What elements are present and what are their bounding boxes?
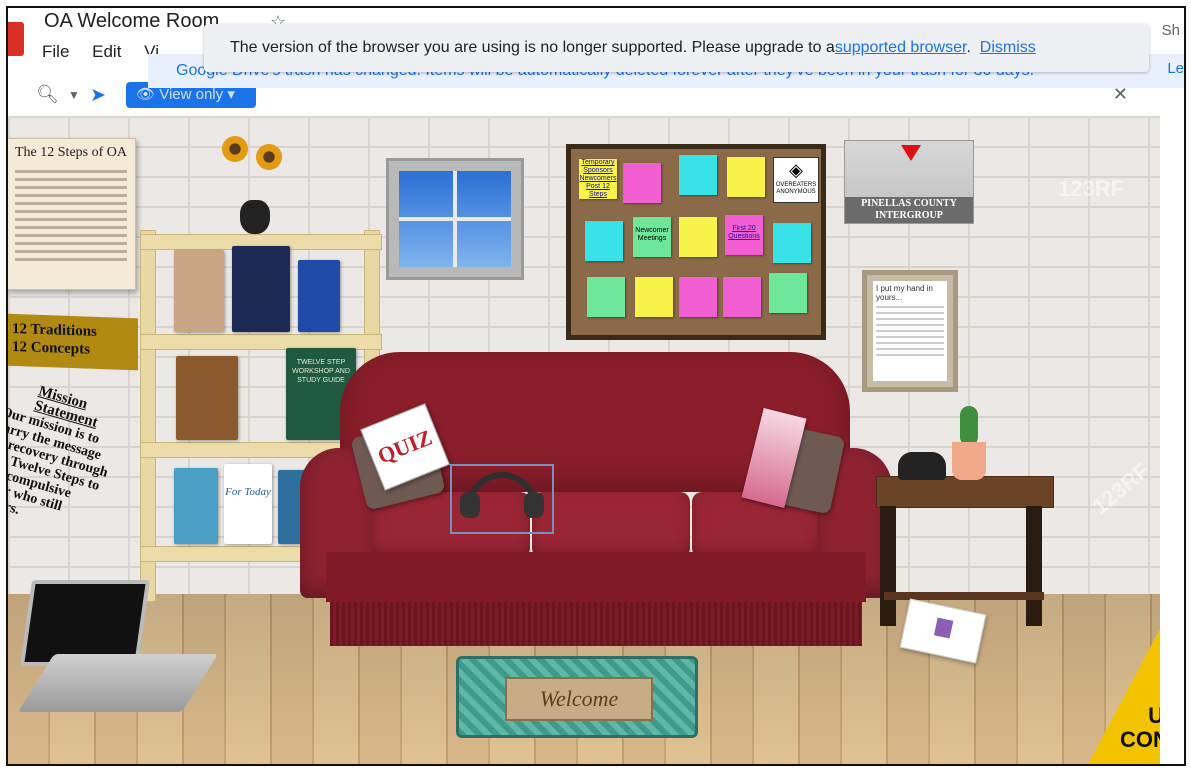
sticky-note[interactable] bbox=[587, 277, 625, 317]
welcome-mat[interactable]: Welcome bbox=[456, 656, 698, 738]
select-pointer-icon[interactable]: ➤ bbox=[90, 84, 106, 107]
supported-browser-link[interactable]: supported browser bbox=[835, 39, 967, 56]
map-pin-icon bbox=[901, 145, 921, 161]
caution-line1: U bbox=[1120, 704, 1160, 728]
pinellas-line1: PINELLAS COUNTY bbox=[861, 198, 957, 209]
browser-warning-text: The version of the browser you are using… bbox=[230, 39, 835, 56]
view-only-label: View only bbox=[159, 86, 224, 103]
sticky-note[interactable] bbox=[585, 221, 623, 261]
wall-window[interactable] bbox=[386, 158, 524, 280]
sticky-note[interactable] bbox=[769, 273, 807, 313]
watermark: 123RF bbox=[1058, 176, 1125, 201]
sticky-note[interactable] bbox=[635, 277, 673, 317]
sticky-note-link[interactable]: First 20 Questions bbox=[725, 215, 763, 255]
sticky-note-newcomer[interactable]: Newcomer Meetings bbox=[633, 217, 671, 257]
telephone-icon[interactable] bbox=[898, 452, 946, 480]
flower bbox=[222, 136, 248, 162]
oa-logo[interactable]: ◈ OVEREATERS ANONYMOUS bbox=[773, 157, 819, 203]
sticky-note[interactable] bbox=[679, 217, 717, 257]
chevron-down-icon: ▾ bbox=[223, 86, 235, 103]
flower bbox=[256, 144, 282, 170]
concepts-label: 12 Concepts bbox=[12, 338, 90, 358]
welcome-room-canvas: 123RF 123RF The 12 Steps of OA 12 Tradit… bbox=[8, 116, 1160, 764]
menu-edit[interactable]: Edit bbox=[92, 42, 121, 61]
pinellas-line2: INTERGROUP bbox=[875, 210, 943, 221]
cactus bbox=[960, 406, 978, 446]
oa-logo-label: OVEREATERS ANONYMOUS bbox=[775, 182, 817, 195]
sticky-note[interactable] bbox=[623, 163, 661, 203]
traditions-concepts-banner[interactable]: 12 Traditions 12 Concepts bbox=[8, 313, 138, 371]
for-today-book[interactable]: For Today bbox=[224, 464, 272, 544]
app-frame: OA Welcome Room ☆ File Edit Vi Sh 🔍︎ ▼ ➤… bbox=[6, 6, 1186, 766]
book[interactable] bbox=[174, 468, 218, 544]
book[interactable] bbox=[174, 250, 224, 332]
book[interactable] bbox=[298, 260, 340, 332]
book[interactable] bbox=[176, 356, 238, 440]
browser-warning-period: . bbox=[966, 39, 971, 56]
steps-title: The 12 Steps of OA bbox=[15, 145, 127, 160]
app-logo-icon[interactable] bbox=[8, 22, 24, 56]
vase bbox=[240, 200, 270, 234]
dismiss-link[interactable]: Dismiss bbox=[980, 39, 1036, 56]
flower-pot bbox=[952, 442, 986, 480]
welcome-mat-text: Welcome bbox=[505, 677, 653, 721]
twelve-steps-poster[interactable]: The 12 Steps of OA bbox=[8, 138, 136, 290]
sticky-note[interactable] bbox=[679, 155, 717, 195]
sticky-note[interactable] bbox=[773, 223, 811, 263]
poem-title: I put my hand in yours... bbox=[876, 284, 933, 302]
unsupported-browser-banner: The version of the browser you are using… bbox=[204, 24, 1149, 72]
document-title[interactable]: OA Welcome Room bbox=[44, 10, 219, 33]
sticky-note-link[interactable]: Temporary Sponsors Newcomers Post 12 Ste… bbox=[579, 159, 617, 199]
caution-line2: CON bbox=[1120, 727, 1160, 752]
pinellas-intergroup-sign[interactable]: PINELLAS COUNTY INTERGROUP bbox=[844, 140, 974, 224]
eye-icon: 👁︎ bbox=[136, 86, 160, 103]
menu-file[interactable]: File bbox=[42, 42, 69, 61]
share-button-partial[interactable]: Sh bbox=[1162, 22, 1180, 39]
cork-board: Temporary Sponsors Newcomers Post 12 Ste… bbox=[566, 144, 826, 340]
sticky-note[interactable] bbox=[723, 277, 761, 317]
for-today-title: For Today bbox=[225, 486, 271, 498]
side-table bbox=[876, 476, 1054, 508]
zoom-icon[interactable]: 🔍︎ bbox=[36, 84, 59, 105]
sticky-note[interactable] bbox=[727, 157, 765, 197]
headphones-audio-link[interactable] bbox=[450, 464, 554, 534]
learn-more-link-partial[interactable]: Le bbox=[1167, 60, 1184, 77]
chevron-down-icon[interactable]: ▼ bbox=[68, 88, 80, 102]
book[interactable] bbox=[232, 246, 290, 332]
sticky-note[interactable] bbox=[679, 277, 717, 317]
